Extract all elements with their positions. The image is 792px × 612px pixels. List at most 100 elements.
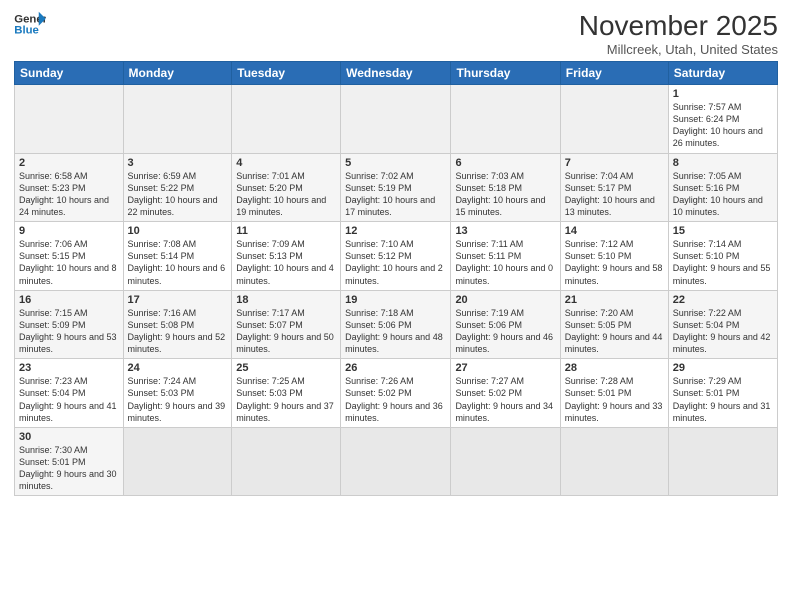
day-number: 4 [236, 157, 336, 169]
day-number: 17 [128, 294, 228, 306]
calendar-cell: 19Sunrise: 7:18 AM Sunset: 5:06 PM Dayli… [341, 290, 451, 359]
day-number: 20 [455, 294, 555, 306]
day-info: Sunrise: 7:24 AM Sunset: 5:03 PM Dayligh… [128, 375, 228, 424]
page: General Blue November 2025 Millcreek, Ut… [0, 0, 792, 612]
calendar-cell: 23Sunrise: 7:23 AM Sunset: 5:04 PM Dayli… [15, 359, 124, 428]
day-number: 14 [565, 225, 664, 237]
calendar-cell [15, 85, 124, 154]
calendar-cell: 7Sunrise: 7:04 AM Sunset: 5:17 PM Daylig… [560, 153, 668, 222]
day-number: 13 [455, 225, 555, 237]
calendar-cell: 17Sunrise: 7:16 AM Sunset: 5:08 PM Dayli… [123, 290, 232, 359]
day-number: 5 [345, 157, 446, 169]
calendar-cell: 13Sunrise: 7:11 AM Sunset: 5:11 PM Dayli… [451, 222, 560, 291]
calendar-cell [123, 427, 232, 496]
day-info: Sunrise: 7:11 AM Sunset: 5:11 PM Dayligh… [455, 238, 555, 287]
calendar: SundayMondayTuesdayWednesdayThursdayFrid… [14, 61, 778, 496]
week-row-2: 2Sunrise: 6:58 AM Sunset: 5:23 PM Daylig… [15, 153, 778, 222]
svg-text:Blue: Blue [14, 25, 39, 37]
calendar-cell: 30Sunrise: 7:30 AM Sunset: 5:01 PM Dayli… [15, 427, 124, 496]
week-row-1: 1Sunrise: 7:57 AM Sunset: 6:24 PM Daylig… [15, 85, 778, 154]
day-info: Sunrise: 7:16 AM Sunset: 5:08 PM Dayligh… [128, 307, 228, 356]
logo: General Blue [14, 10, 46, 38]
calendar-cell: 21Sunrise: 7:20 AM Sunset: 5:05 PM Dayli… [560, 290, 668, 359]
calendar-cell: 1Sunrise: 7:57 AM Sunset: 6:24 PM Daylig… [668, 85, 777, 154]
calendar-cell: 4Sunrise: 7:01 AM Sunset: 5:20 PM Daylig… [232, 153, 341, 222]
day-info: Sunrise: 7:02 AM Sunset: 5:19 PM Dayligh… [345, 170, 446, 219]
calendar-cell [668, 427, 777, 496]
day-number: 16 [19, 294, 119, 306]
day-number: 22 [673, 294, 773, 306]
week-row-6: 30Sunrise: 7:30 AM Sunset: 5:01 PM Dayli… [15, 427, 778, 496]
day-number: 11 [236, 225, 336, 237]
day-info: Sunrise: 7:28 AM Sunset: 5:01 PM Dayligh… [565, 375, 664, 424]
calendar-cell [232, 85, 341, 154]
weekday-header-monday: Monday [123, 62, 232, 85]
week-row-4: 16Sunrise: 7:15 AM Sunset: 5:09 PM Dayli… [15, 290, 778, 359]
calendar-cell: 15Sunrise: 7:14 AM Sunset: 5:10 PM Dayli… [668, 222, 777, 291]
day-info: Sunrise: 6:59 AM Sunset: 5:22 PM Dayligh… [128, 170, 228, 219]
day-number: 2 [19, 157, 119, 169]
week-row-5: 23Sunrise: 7:23 AM Sunset: 5:04 PM Dayli… [15, 359, 778, 428]
day-number: 28 [565, 362, 664, 374]
day-number: 12 [345, 225, 446, 237]
calendar-cell: 14Sunrise: 7:12 AM Sunset: 5:10 PM Dayli… [560, 222, 668, 291]
day-info: Sunrise: 7:26 AM Sunset: 5:02 PM Dayligh… [345, 375, 446, 424]
calendar-cell: 20Sunrise: 7:19 AM Sunset: 5:06 PM Dayli… [451, 290, 560, 359]
week-row-3: 9Sunrise: 7:06 AM Sunset: 5:15 PM Daylig… [15, 222, 778, 291]
day-info: Sunrise: 7:15 AM Sunset: 5:09 PM Dayligh… [19, 307, 119, 356]
day-number: 9 [19, 225, 119, 237]
calendar-cell: 18Sunrise: 7:17 AM Sunset: 5:07 PM Dayli… [232, 290, 341, 359]
calendar-cell: 12Sunrise: 7:10 AM Sunset: 5:12 PM Dayli… [341, 222, 451, 291]
calendar-cell [232, 427, 341, 496]
day-info: Sunrise: 7:57 AM Sunset: 6:24 PM Dayligh… [673, 101, 773, 150]
day-info: Sunrise: 7:29 AM Sunset: 5:01 PM Dayligh… [673, 375, 773, 424]
day-number: 24 [128, 362, 228, 374]
calendar-cell [341, 85, 451, 154]
weekday-header-saturday: Saturday [668, 62, 777, 85]
day-info: Sunrise: 7:22 AM Sunset: 5:04 PM Dayligh… [673, 307, 773, 356]
day-info: Sunrise: 7:25 AM Sunset: 5:03 PM Dayligh… [236, 375, 336, 424]
calendar-cell [560, 85, 668, 154]
day-info: Sunrise: 7:05 AM Sunset: 5:16 PM Dayligh… [673, 170, 773, 219]
calendar-cell [560, 427, 668, 496]
calendar-cell: 3Sunrise: 6:59 AM Sunset: 5:22 PM Daylig… [123, 153, 232, 222]
calendar-cell [451, 427, 560, 496]
day-number: 18 [236, 294, 336, 306]
day-info: Sunrise: 7:30 AM Sunset: 5:01 PM Dayligh… [19, 444, 119, 493]
day-info: Sunrise: 7:14 AM Sunset: 5:10 PM Dayligh… [673, 238, 773, 287]
header-row: General Blue November 2025 Millcreek, Ut… [14, 10, 778, 57]
day-number: 29 [673, 362, 773, 374]
day-info: Sunrise: 7:04 AM Sunset: 5:17 PM Dayligh… [565, 170, 664, 219]
calendar-cell: 28Sunrise: 7:28 AM Sunset: 5:01 PM Dayli… [560, 359, 668, 428]
title-block: November 2025 Millcreek, Utah, United St… [579, 10, 778, 57]
day-number: 15 [673, 225, 773, 237]
calendar-cell [123, 85, 232, 154]
calendar-cell: 6Sunrise: 7:03 AM Sunset: 5:18 PM Daylig… [451, 153, 560, 222]
day-info: Sunrise: 6:58 AM Sunset: 5:23 PM Dayligh… [19, 170, 119, 219]
day-number: 8 [673, 157, 773, 169]
calendar-cell: 29Sunrise: 7:29 AM Sunset: 5:01 PM Dayli… [668, 359, 777, 428]
day-info: Sunrise: 7:23 AM Sunset: 5:04 PM Dayligh… [19, 375, 119, 424]
day-info: Sunrise: 7:09 AM Sunset: 5:13 PM Dayligh… [236, 238, 336, 287]
day-number: 25 [236, 362, 336, 374]
calendar-cell: 9Sunrise: 7:06 AM Sunset: 5:15 PM Daylig… [15, 222, 124, 291]
calendar-cell: 5Sunrise: 7:02 AM Sunset: 5:19 PM Daylig… [341, 153, 451, 222]
month-title: November 2025 [579, 10, 778, 42]
day-number: 30 [19, 431, 119, 443]
day-number: 23 [19, 362, 119, 374]
day-number: 26 [345, 362, 446, 374]
weekday-header-thursday: Thursday [451, 62, 560, 85]
calendar-cell: 26Sunrise: 7:26 AM Sunset: 5:02 PM Dayli… [341, 359, 451, 428]
weekday-header-wednesday: Wednesday [341, 62, 451, 85]
calendar-cell: 2Sunrise: 6:58 AM Sunset: 5:23 PM Daylig… [15, 153, 124, 222]
calendar-cell [451, 85, 560, 154]
day-info: Sunrise: 7:19 AM Sunset: 5:06 PM Dayligh… [455, 307, 555, 356]
calendar-cell: 8Sunrise: 7:05 AM Sunset: 5:16 PM Daylig… [668, 153, 777, 222]
day-number: 7 [565, 157, 664, 169]
calendar-cell: 16Sunrise: 7:15 AM Sunset: 5:09 PM Dayli… [15, 290, 124, 359]
weekday-header-friday: Friday [560, 62, 668, 85]
location-title: Millcreek, Utah, United States [579, 42, 778, 57]
day-info: Sunrise: 7:08 AM Sunset: 5:14 PM Dayligh… [128, 238, 228, 287]
day-number: 21 [565, 294, 664, 306]
calendar-cell [341, 427, 451, 496]
